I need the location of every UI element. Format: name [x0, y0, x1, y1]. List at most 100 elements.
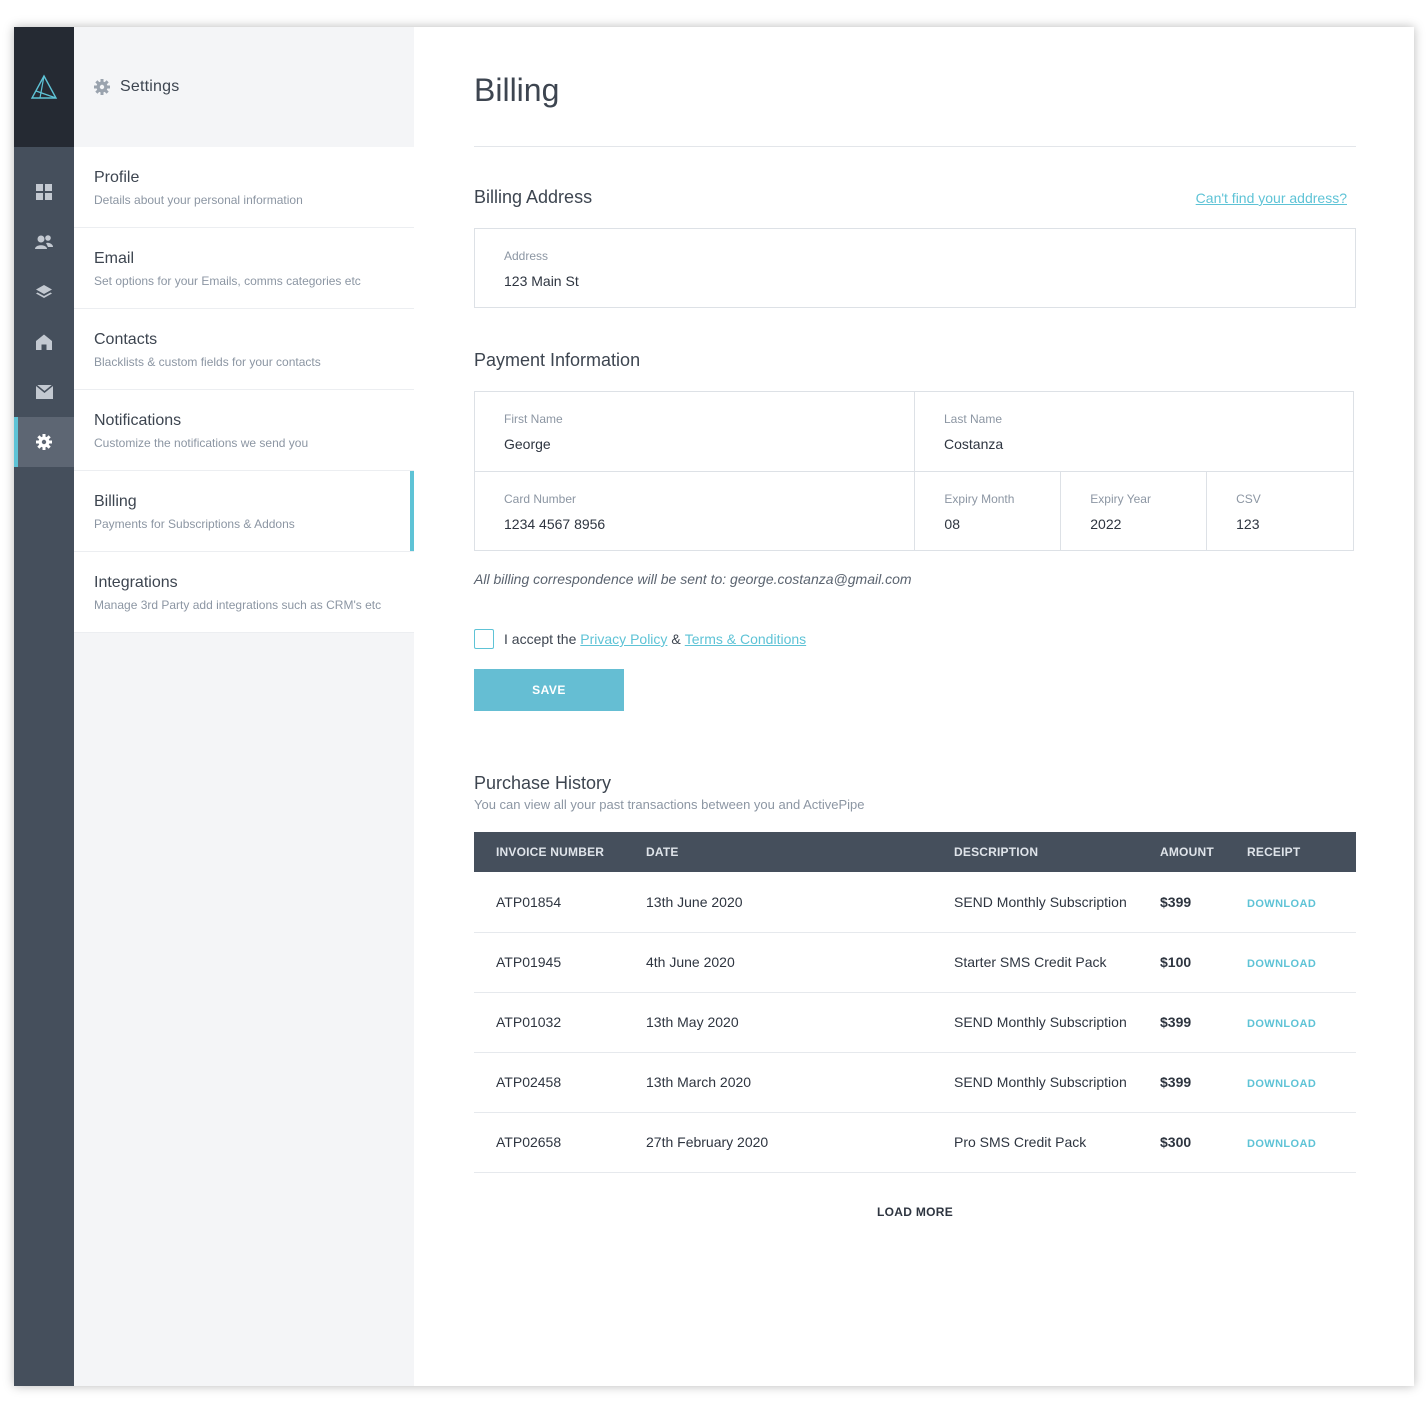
card-number-label: Card Number	[504, 492, 577, 506]
first-name-value[interactable]: George	[504, 436, 885, 452]
subnav-item-contacts[interactable]: Contacts Blacklists & custom fields for …	[74, 309, 414, 390]
invoice-date: 4th June 2020	[646, 932, 954, 993]
layers-icon	[36, 285, 52, 298]
app-window: Settings Profile Details about your pers…	[14, 27, 1414, 1386]
column-header: RECEIPT	[1247, 832, 1356, 872]
purchase-history-title: Purchase History	[474, 773, 612, 793]
address-field[interactable]: Address 123 Main St	[474, 228, 1356, 308]
cant-find-address-link[interactable]: Can't find your address?	[1196, 190, 1347, 206]
subnav-item-email[interactable]: Email Set options for your Emails, comms…	[74, 228, 414, 309]
rail-item-contacts[interactable]	[14, 217, 74, 267]
page-title: Billing	[474, 27, 1356, 147]
invoice-description: Starter SMS Credit Pack	[954, 932, 1160, 993]
billing-address-title: Billing Address	[474, 187, 593, 207]
mail-envelope-icon	[35, 385, 53, 399]
consent-ampersand: &	[671, 631, 681, 647]
subnav-item-desc: Payments for Subscriptions & Addons	[94, 517, 295, 531]
expiry-year-label: Expiry Year	[1090, 492, 1151, 506]
table-row: ATP01945 4th June 2020 Starter SMS Credi…	[474, 932, 1356, 993]
table-row: ATP02658 27th February 2020 Pro SMS Cred…	[474, 1112, 1356, 1173]
download-receipt-link[interactable]: DOWNLOAD	[1247, 1018, 1316, 1030]
subnav-item-label: Integrations	[94, 574, 178, 591]
invoice-amount: $100	[1160, 954, 1192, 970]
invoice-description: SEND Monthly Subscription	[954, 872, 1160, 933]
invoice-number: ATP02458	[474, 1052, 646, 1113]
rail-item-home[interactable]	[14, 317, 74, 367]
csv-label: CSV	[1236, 492, 1261, 506]
rail-item-settings[interactable]	[14, 417, 74, 467]
table-header-row: INVOICE NUMBER DATE DESCRIPTION AMOUNT R…	[474, 832, 1356, 872]
download-receipt-link[interactable]: DOWNLOAD	[1247, 1138, 1316, 1150]
invoice-description: SEND Monthly Subscription	[954, 1052, 1160, 1113]
card-number-value[interactable]: 1234 4567 8956	[504, 516, 885, 532]
expiry-year-field[interactable]: Expiry Year 2022	[1060, 472, 1206, 550]
settings-gear-icon	[94, 79, 110, 95]
subnav-title: Settings	[120, 78, 180, 95]
rail-nav	[14, 147, 74, 467]
csv-value[interactable]: 123	[1236, 516, 1324, 532]
icon-rail	[14, 27, 74, 1386]
settings-subnav: Settings Profile Details about your pers…	[74, 27, 414, 1386]
subnav-item-notifications[interactable]: Notifications Customize the notification…	[74, 390, 414, 471]
expiry-year-value[interactable]: 2022	[1090, 516, 1177, 532]
rail-item-layers[interactable]	[14, 267, 74, 317]
table-row: ATP02458 13th March 2020 SEND Monthly Su…	[474, 1052, 1356, 1113]
card-number-field[interactable]: Card Number 1234 4567 8956	[475, 472, 914, 550]
download-receipt-link[interactable]: DOWNLOAD	[1247, 898, 1316, 910]
invoice-date: 27th February 2020	[646, 1112, 954, 1173]
invoice-number: ATP02658	[474, 1112, 646, 1173]
invoice-date: 13th March 2020	[646, 1052, 954, 1113]
last-name-value[interactable]: Costanza	[944, 436, 1324, 452]
consent-prefix: I accept the	[504, 631, 577, 647]
invoice-number: ATP01032	[474, 992, 646, 1053]
save-button[interactable]: SAVE	[474, 669, 624, 711]
rail-item-mail[interactable]	[14, 367, 74, 417]
expiry-month-value[interactable]: 08	[944, 516, 1031, 532]
subnav-item-integrations[interactable]: Integrations Manage 3rd Party add integr…	[74, 552, 414, 633]
app-logo[interactable]	[14, 27, 74, 147]
billing-address-header: Billing Address Can't find your address?	[474, 187, 1356, 208]
subnav-header: Settings	[74, 27, 414, 147]
last-name-label: Last Name	[944, 412, 1003, 426]
address-label: Address	[504, 249, 549, 263]
column-header: AMOUNT	[1160, 832, 1247, 872]
subnav-item-desc: Manage 3rd Party add integrations such a…	[94, 598, 382, 612]
invoice-number: ATP01945	[474, 932, 646, 993]
download-receipt-link[interactable]: DOWNLOAD	[1247, 1078, 1316, 1090]
invoice-date: 13th June 2020	[646, 872, 954, 933]
invoice-amount: $399	[1160, 1074, 1192, 1090]
address-value[interactable]: 123 Main St	[504, 273, 1326, 289]
column-header: DESCRIPTION	[954, 832, 1160, 872]
payment-row-card: Card Number 1234 4567 8956 Expiry Month …	[475, 471, 1353, 550]
payment-row-names: First Name George Last Name Costanza	[475, 392, 1353, 471]
contacts-people-icon	[35, 235, 53, 249]
rail-item-dashboard[interactable]	[14, 167, 74, 217]
first-name-field[interactable]: First Name George	[475, 392, 914, 471]
payment-form: First Name George Last Name Costanza Car…	[474, 391, 1354, 551]
privacy-policy-link[interactable]: Privacy Policy	[580, 631, 667, 647]
subnav-item-label: Contacts	[94, 331, 158, 348]
last-name-field[interactable]: Last Name Costanza	[914, 392, 1353, 471]
subnav-item-billing[interactable]: Billing Payments for Subscriptions & Add…	[74, 471, 414, 552]
purchase-history-table: INVOICE NUMBER DATE DESCRIPTION AMOUNT R…	[474, 832, 1356, 1173]
terms-consent: I accept the Privacy Policy & Terms & Cond…	[474, 629, 1356, 649]
download-receipt-link[interactable]: DOWNLOAD	[1247, 958, 1316, 970]
terms-conditions-link[interactable]: Terms & Conditions	[685, 631, 806, 647]
accept-terms-checkbox[interactable]	[474, 629, 494, 649]
billing-email-note: All billing correspondence will be sent …	[474, 571, 912, 587]
load-more-button[interactable]: LOAD MORE	[855, 1205, 975, 1219]
csv-field[interactable]: CSV 123	[1206, 472, 1353, 550]
column-header: DATE	[646, 832, 954, 872]
invoice-number: ATP01854	[474, 872, 646, 933]
billing-main: Billing Billing Address Can't find your …	[414, 27, 1414, 1386]
invoice-amount: $300	[1160, 1134, 1192, 1150]
subnav-item-profile[interactable]: Profile Details about your personal info…	[74, 147, 414, 228]
invoice-description: Pro SMS Credit Pack	[954, 1112, 1160, 1173]
subnav-item-label: Email	[94, 250, 135, 267]
payment-info-title: Payment Information	[474, 350, 641, 370]
subnav-item-desc: Customize the notifications we send you	[94, 436, 309, 450]
invoice-date: 13th May 2020	[646, 992, 954, 1053]
subnav-item-label: Billing	[94, 493, 137, 510]
expiry-month-field[interactable]: Expiry Month 08	[914, 472, 1060, 550]
column-header: INVOICE NUMBER	[474, 832, 646, 872]
